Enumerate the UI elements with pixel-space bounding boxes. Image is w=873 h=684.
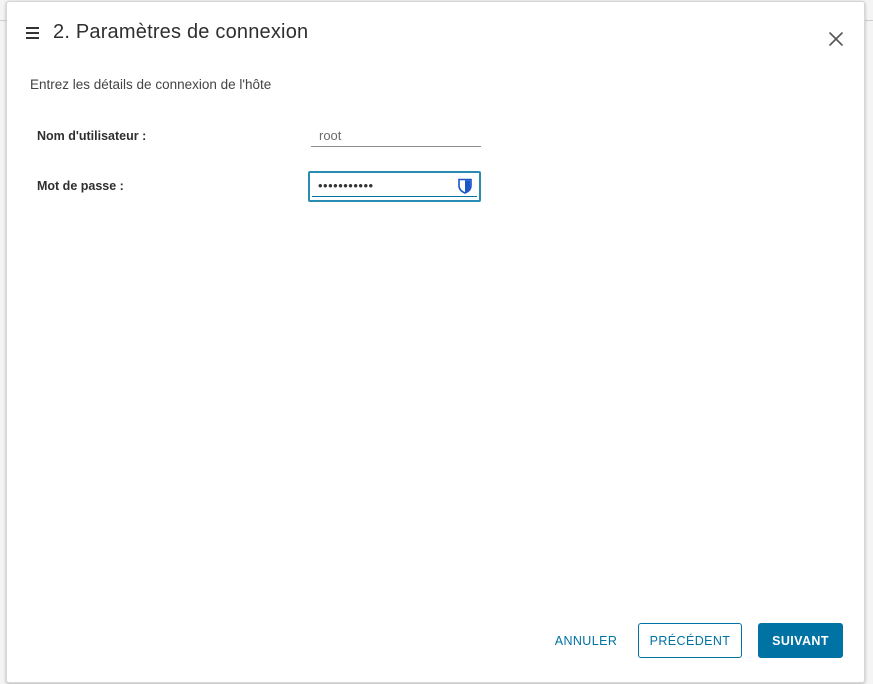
password-field[interactable] — [308, 171, 481, 202]
password-label: Mot de passe : — [37, 179, 124, 193]
previous-button[interactable]: PRÉCÉDENT — [638, 623, 742, 658]
next-button[interactable]: SUIVANT — [758, 623, 843, 658]
dialog-subtitle: Entrez les détails de connexion de l'hôt… — [30, 77, 272, 92]
cancel-button[interactable]: ANNULER — [546, 623, 626, 658]
close-icon[interactable] — [825, 28, 847, 50]
username-label: Nom d'utilisateur : — [37, 129, 147, 143]
username-input[interactable] — [311, 125, 481, 147]
dialog-header: 2. Paramètres de connexion — [7, 2, 864, 64]
password-input[interactable] — [312, 175, 477, 197]
dialog-title: 2. Paramètres de connexion — [53, 21, 309, 43]
menu-icon[interactable] — [26, 27, 40, 39]
connection-settings-dialog: 2. Paramètres de connexion Entrez les dé… — [6, 1, 865, 683]
shield-icon[interactable] — [458, 178, 472, 194]
